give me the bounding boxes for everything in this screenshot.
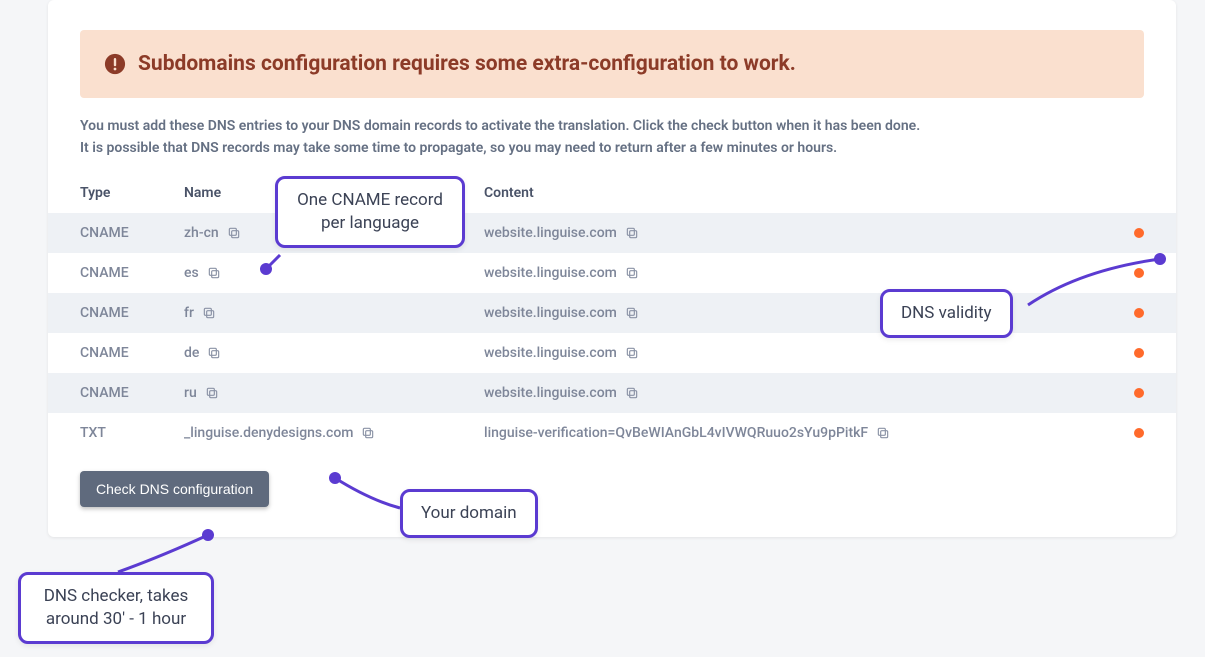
copy-icon[interactable] [207, 266, 221, 280]
cell-content: website.linguise.com [484, 265, 1114, 281]
copy-icon[interactable] [227, 226, 241, 240]
cell-status [1114, 228, 1144, 238]
alert-banner: Subdomains configuration requires some e… [80, 30, 1144, 98]
dns-config-card: Subdomains configuration requires some e… [48, 0, 1176, 537]
copy-icon[interactable] [625, 386, 639, 400]
table-header: Type Name Content [48, 173, 1176, 213]
status-dot-icon [1134, 388, 1144, 398]
cell-content: website.linguise.com [484, 345, 1114, 361]
alert-text: Subdomains configuration requires some e… [138, 52, 796, 76]
cell-content: website.linguise.com [484, 385, 1114, 401]
instructions-line-1: You must add these DNS entries to your D… [80, 116, 1144, 138]
instructions: You must add these DNS entries to your D… [80, 116, 1144, 159]
cell-type: CNAME [80, 225, 184, 241]
copy-icon[interactable] [202, 306, 216, 320]
alert-icon [104, 53, 126, 75]
cell-name: ru [184, 385, 484, 401]
table-row: TXT_linguise.denydesigns.comlinguise-ver… [48, 413, 1176, 453]
copy-icon[interactable] [625, 266, 639, 280]
copy-icon[interactable] [207, 346, 221, 360]
cell-type: TXT [80, 425, 184, 441]
cell-status [1114, 268, 1144, 278]
status-dot-icon [1134, 428, 1144, 438]
cell-status [1114, 348, 1144, 358]
table-row: CNAMEdewebsite.linguise.com [48, 333, 1176, 373]
cell-status [1114, 428, 1144, 438]
header-type: Type [80, 185, 184, 201]
copy-icon[interactable] [205, 386, 219, 400]
cell-type: CNAME [80, 345, 184, 361]
table-row: CNAMEeswebsite.linguise.com [48, 253, 1176, 293]
cell-name: fr [184, 305, 484, 321]
copy-icon[interactable] [361, 426, 375, 440]
status-dot-icon [1134, 308, 1144, 318]
status-dot-icon [1134, 228, 1144, 238]
cell-name: de [184, 345, 484, 361]
cell-content: linguise-verification=QvBeWIAnGbL4vIVWQR… [484, 425, 1114, 441]
table-row: CNAMEruwebsite.linguise.com [48, 373, 1176, 413]
callout-checker: DNS checker, takes around 30' - 1 hour [18, 572, 214, 644]
callout-cname: One CNAME record per language [275, 176, 465, 248]
check-dns-button[interactable]: Check DNS configuration [80, 471, 269, 507]
instructions-line-2: It is possible that DNS records may take… [80, 138, 1144, 160]
copy-icon[interactable] [625, 226, 639, 240]
cell-name: _linguise.denydesigns.com [184, 425, 484, 441]
status-dot-icon [1134, 268, 1144, 278]
cell-name: es [184, 265, 484, 281]
copy-icon[interactable] [625, 346, 639, 360]
cell-status [1114, 388, 1144, 398]
callout-validity: DNS validity [880, 289, 1013, 338]
table-row: CNAMEzh-cnwebsite.linguise.com [48, 213, 1176, 253]
header-content: Content [484, 185, 1114, 201]
copy-icon[interactable] [625, 306, 639, 320]
cell-type: CNAME [80, 265, 184, 281]
cell-status [1114, 308, 1144, 318]
cell-type: CNAME [80, 305, 184, 321]
callout-domain: Your domain [400, 489, 538, 538]
copy-icon[interactable] [876, 426, 890, 440]
cell-type: CNAME [80, 385, 184, 401]
cell-content: website.linguise.com [484, 305, 1114, 321]
status-dot-icon [1134, 348, 1144, 358]
cell-content: website.linguise.com [484, 225, 1114, 241]
